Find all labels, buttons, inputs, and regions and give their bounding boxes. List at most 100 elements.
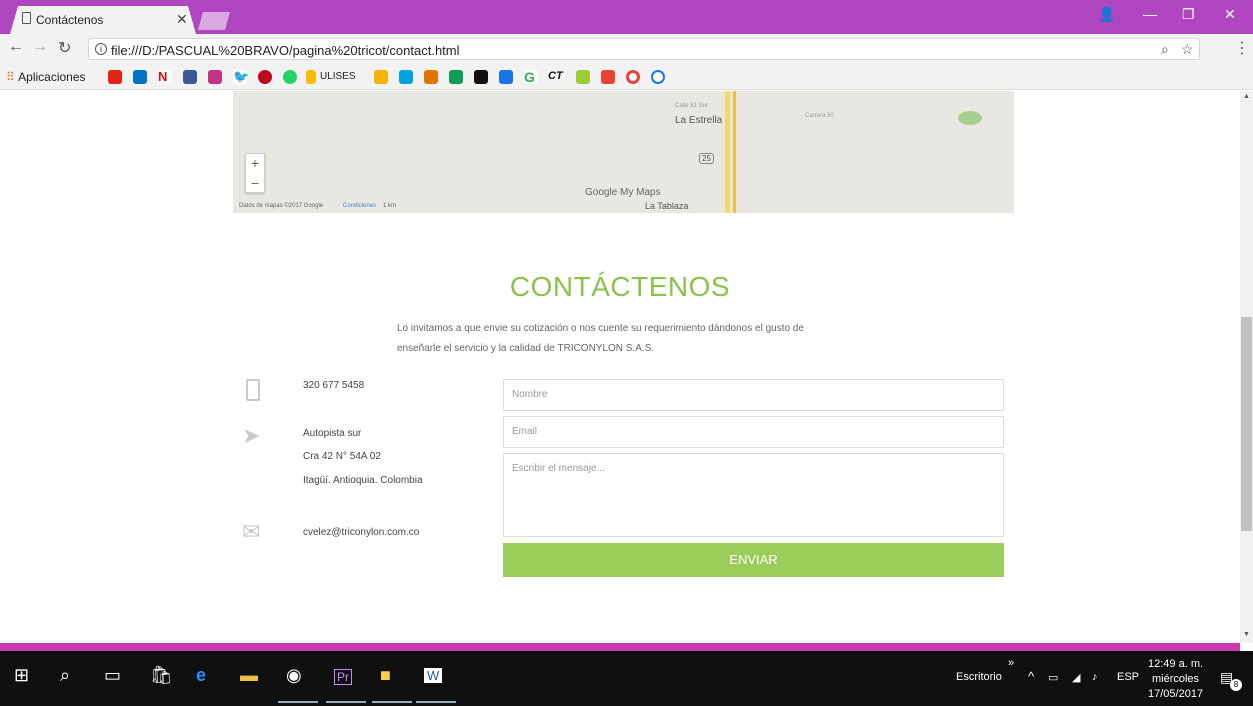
- bookmark-icon-8[interactable]: [601, 70, 615, 84]
- address-bar[interactable]: i file:///D:/PASCUAL%20BRAVO/pagina%20tr…: [88, 38, 1200, 60]
- address-line-3: Itagüí. Antioquia. Colombia: [303, 475, 423, 486]
- edge-icon[interactable]: e: [196, 665, 206, 686]
- bookmark-icon-2[interactable]: [399, 70, 413, 84]
- whatsapp-icon[interactable]: [283, 70, 297, 84]
- volume-icon[interactable]: ♪: [1092, 671, 1098, 683]
- star-icon[interactable]: ☆: [1181, 41, 1194, 58]
- bookmark-icon-5[interactable]: [474, 70, 488, 84]
- map-park: [958, 111, 982, 125]
- map-attribution: Datos de mapas ©2017 Google: [239, 203, 324, 209]
- netflix-icon[interactable]: N: [158, 70, 172, 84]
- outlook-icon[interactable]: [133, 70, 147, 84]
- bookmark-icon-1[interactable]: [374, 70, 388, 84]
- tab-title: Contáctenos: [36, 13, 104, 27]
- bookmark-icon-3[interactable]: [424, 70, 438, 84]
- message-field[interactable]: Escribir el mensaje...: [503, 453, 1004, 537]
- scroll-up-icon[interactable]: ▲: [1243, 93, 1250, 100]
- apps-grid-icon: ⠿: [6, 70, 15, 84]
- ulises-icon[interactable]: [306, 70, 316, 84]
- map-label-estrella: La Estrella: [675, 115, 723, 126]
- new-tab-button[interactable]: [198, 12, 230, 30]
- chrome-icon[interactable]: ◉: [286, 665, 302, 686]
- twitter-icon[interactable]: 🐦: [233, 70, 249, 84]
- network-icon[interactable]: ▭: [1048, 671, 1058, 684]
- page-scrollbar[interactable]: ▲ ▼: [1240, 91, 1253, 643]
- map-brand: Google My Maps: [585, 187, 661, 198]
- scroll-down-icon[interactable]: ▼: [1243, 631, 1250, 638]
- embedded-map[interactable]: La Estrella Carrera 50 Calle 81 Sur 25 G…: [233, 91, 1014, 213]
- show-hidden-icons[interactable]: ^: [1028, 669, 1034, 684]
- bookmark-icon-10[interactable]: [651, 70, 665, 84]
- google-icon[interactable]: G: [524, 70, 538, 84]
- map-label-calle: Calle 81 Sur: [675, 103, 709, 109]
- wifi-icon[interactable]: ◢: [1072, 671, 1080, 684]
- pinterest-icon[interactable]: [258, 70, 272, 84]
- zoom-icon[interactable]: ⌕: [1161, 41, 1169, 58]
- file-explorer-icon[interactable]: ▬: [240, 665, 258, 686]
- menu-icon[interactable]: ⋮: [1234, 38, 1250, 58]
- notification-count: 8: [1230, 679, 1242, 691]
- minimize-icon[interactable]: —: [1143, 6, 1157, 22]
- language-indicator[interactable]: ESP: [1117, 671, 1139, 683]
- back-icon[interactable]: ←: [8, 38, 24, 56]
- phone-icon: [246, 379, 260, 401]
- address-line-1: Autopista sur: [303, 428, 362, 439]
- zoom-out-button[interactable]: −: [246, 174, 264, 194]
- toolbar-expand-icon[interactable]: »: [1008, 657, 1014, 669]
- web-page: La Estrella Carrera 50 Calle 81 Sur 25 G…: [0, 91, 1240, 643]
- restore-icon[interactable]: ❐: [1182, 6, 1195, 23]
- bookmark-icon-7[interactable]: [576, 70, 590, 84]
- document-icon: [22, 12, 31, 24]
- map-label-tablaza: La Tablaza: [645, 201, 689, 211]
- store-icon[interactable]: 🛍: [150, 665, 173, 686]
- footer-bar: [0, 643, 1240, 651]
- user-icon[interactable]: 👤: [1098, 6, 1115, 23]
- bookmark-icon-6[interactable]: [499, 70, 513, 84]
- premiere-active-indicator: [326, 701, 366, 703]
- youtube-icon[interactable]: [108, 70, 122, 84]
- ct-icon[interactable]: CT: [548, 70, 563, 82]
- map-conditions-link[interactable]: Condiciones: [343, 203, 376, 209]
- forward-icon[interactable]: →: [32, 38, 48, 56]
- clock[interactable]: 12:49 a. m. miércoles 17/05/2017: [1148, 657, 1203, 702]
- intro-text: Lo invitamos a que envie su cotización o…: [397, 323, 804, 354]
- close-tab-icon[interactable]: ✕: [176, 11, 188, 28]
- instagram-icon[interactable]: [208, 70, 222, 84]
- sticky-notes-icon[interactable]: ■: [380, 665, 391, 686]
- tab-contactenos[interactable]: Contáctenos ✕: [10, 6, 196, 34]
- facebook-icon[interactable]: [183, 70, 197, 84]
- submit-button[interactable]: ENVIAR: [503, 543, 1004, 577]
- page-title: CONTÁCTENOS: [509, 271, 731, 302]
- clock-date: 17/05/2017: [1148, 688, 1204, 700]
- map-zoom-control: + −: [245, 153, 265, 193]
- email-address[interactable]: cvelez@triconylon.com.co: [303, 527, 419, 538]
- envelope-icon: ✉: [242, 519, 261, 544]
- desktop-label[interactable]: Escritorio: [956, 671, 1002, 683]
- apps-label: Aplicaciones: [18, 70, 86, 84]
- map-label-carrera: Carrera 50: [805, 113, 834, 119]
- bookmarks-bar: ⠿ Aplicaciones N 🐦 ULISES G CT: [0, 64, 1253, 90]
- sticky-active-indicator: [372, 701, 412, 703]
- word-icon[interactable]: W: [424, 668, 443, 683]
- url-text[interactable]: file:///D:/PASCUAL%20BRAVO/pagina%20tric…: [111, 43, 460, 58]
- bookmark-ulises-label[interactable]: ULISES: [320, 71, 356, 82]
- windows-start-icon[interactable]: ⊞: [14, 665, 29, 686]
- premiere-icon[interactable]: Pr: [334, 669, 352, 685]
- zoom-in-button[interactable]: +: [246, 154, 264, 174]
- browser-title-bar: Contáctenos ✕ 👤 — ❐ ✕: [0, 0, 1253, 34]
- bookmark-icon-4[interactable]: [449, 70, 463, 84]
- name-field[interactable]: Nombre: [503, 379, 1004, 411]
- clock-time: 12:49 a. m.: [1148, 658, 1204, 670]
- bookmark-apps[interactable]: ⠿ Aplicaciones: [6, 70, 86, 84]
- task-view-icon[interactable]: ▭: [104, 665, 121, 686]
- search-icon[interactable]: ⌕: [60, 665, 70, 686]
- info-icon[interactable]: i: [95, 43, 107, 55]
- reload-icon[interactable]: ↻: [58, 38, 71, 58]
- bookmark-icon-9[interactable]: [626, 70, 640, 84]
- map-road: [725, 91, 730, 213]
- email-field[interactable]: Email: [503, 416, 1004, 448]
- scroll-thumb[interactable]: [1241, 317, 1252, 531]
- close-window-icon[interactable]: ✕: [1224, 6, 1236, 23]
- paper-plane-icon: ➤: [242, 423, 261, 448]
- map-scale: 1 km: [383, 203, 397, 209]
